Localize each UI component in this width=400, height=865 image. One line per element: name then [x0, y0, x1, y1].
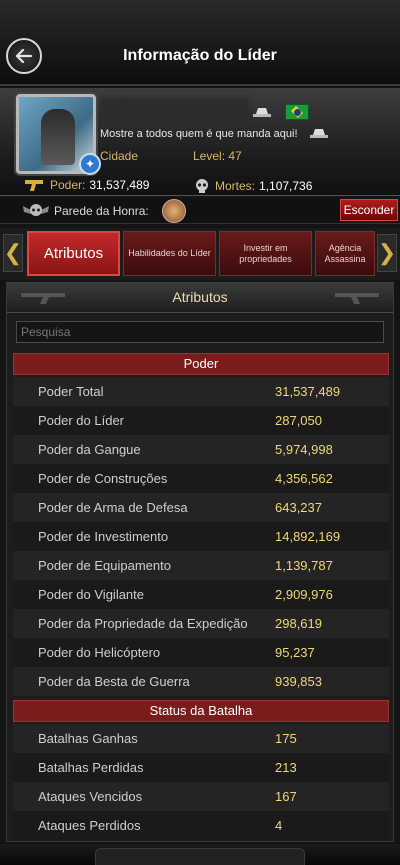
- table-row: Poder da Gangue 5,974,998: [13, 435, 389, 464]
- row-label: Poder da Gangue: [38, 442, 141, 457]
- power-value: 31,537,489: [89, 178, 150, 192]
- panel-title-bar: Atributos: [7, 283, 393, 313]
- table-row: Poder do Líder 287,050: [13, 406, 389, 435]
- table-row: Batalhas Perdidas 213: [13, 753, 389, 782]
- table-row: Poder de Construções 4,356,562: [13, 464, 389, 493]
- skull-icon: [196, 179, 208, 193]
- search-input[interactable]: [16, 321, 384, 343]
- power-label: Poder:: [50, 178, 86, 192]
- fedora-icon: [310, 129, 328, 138]
- gun-icon: [335, 293, 379, 304]
- tab-assassin-agency[interactable]: Agência Assassina: [315, 231, 375, 276]
- tab-attributes[interactable]: Atributos: [27, 231, 120, 276]
- row-label: Poder do Líder: [38, 413, 125, 428]
- row-label: Poder de Equipamento: [38, 558, 171, 573]
- row-value: 167: [275, 789, 297, 804]
- tab-leader-skills[interactable]: Habilidades do Líder: [123, 231, 216, 276]
- deaths-stat: Mortes: 1,107,736: [193, 177, 312, 195]
- gun-icon: [25, 180, 43, 191]
- city-label: Cidade: [100, 149, 139, 163]
- table-row: Poder do Helicóptero 95,237: [13, 638, 389, 667]
- row-label: Poder da Besta de Guerra: [38, 674, 190, 689]
- row-label: Poder Total: [38, 384, 104, 399]
- power-stat: Poder: 31,537,489: [24, 177, 149, 193]
- leader-name-redacted: [100, 98, 250, 120]
- bottom-handle: [95, 848, 305, 865]
- row-label: Poder de Arma de Defesa: [38, 500, 188, 515]
- hall-of-fame-avatar[interactable]: [162, 199, 186, 223]
- table-row: Poder Total 31,537,489: [13, 377, 389, 406]
- table-row: Poder da Propriedade da Expedição 298,61…: [13, 609, 389, 638]
- tabs-next-button[interactable]: ❯: [377, 234, 397, 272]
- skull-wings-icon: [23, 204, 49, 216]
- row-label: Poder da Propriedade da Expedição: [38, 616, 248, 631]
- tab-bar: ❮ Atributos Habilidades do Líder Investi…: [0, 228, 400, 280]
- bottom-bar: [0, 844, 400, 865]
- table-row: Ataques Vencidos 167: [13, 782, 389, 811]
- row-value: 287,050: [275, 413, 322, 428]
- row-value: 4: [275, 818, 283, 833]
- section-header-power: Poder: [13, 353, 389, 375]
- table-row: Poder de Investimento 14,892,169: [13, 522, 389, 551]
- page-title: Informação do Líder: [123, 47, 277, 64]
- row-value: 4,356,562: [275, 471, 333, 486]
- row-value: 5,974,998: [275, 442, 333, 457]
- leader-motto: Mostre a todos quem é que manda aqui!: [100, 128, 298, 140]
- row-label: Poder de Construções: [38, 471, 168, 486]
- header-bar: Informação do Líder: [0, 0, 400, 86]
- row-label: Poder do Vigilante: [38, 587, 145, 602]
- avatar-figure: [41, 109, 75, 165]
- leader-level: Level: 47: [193, 149, 242, 163]
- chevron-left-icon: ❮: [3, 240, 23, 265]
- table-row: Poder de Equipamento 1,139,787: [13, 551, 389, 580]
- row-label: Ataques Perdidos: [38, 818, 141, 833]
- row-label: Poder do Helicóptero: [38, 645, 161, 660]
- hall-of-fame-bar: Parede da Honra: Esconder: [0, 198, 400, 224]
- brazil-flag-icon: [285, 104, 309, 120]
- hall-of-fame-label: Parede da Honra:: [54, 204, 149, 218]
- row-label: Batalhas Ganhas: [38, 731, 138, 746]
- deaths-value: 1,107,736: [259, 179, 313, 193]
- row-value: 643,237: [275, 500, 322, 515]
- leader-profile: ✦ Mostre a todos quem é que manda aqui! …: [0, 88, 400, 196]
- attributes-panel: Atributos Poder Poder Total 31,537,489 P…: [6, 282, 394, 842]
- row-value: 1,139,787: [275, 558, 333, 573]
- row-label: Poder de Investimento: [38, 529, 169, 544]
- section-header-battle-status: Status da Batalha: [13, 700, 389, 722]
- table-row: Poder de Arma de Defesa 643,237: [13, 493, 389, 522]
- row-value: 939,853: [275, 674, 322, 689]
- chevron-right-icon: ❯: [377, 240, 397, 265]
- hide-button[interactable]: Esconder: [340, 199, 398, 221]
- row-label: Batalhas Perdidas: [38, 760, 144, 775]
- row-value: 175: [275, 731, 297, 746]
- rank-badge-icon: ✦: [79, 153, 101, 175]
- deaths-label: Mortes:: [215, 179, 256, 193]
- row-value: 213: [275, 760, 297, 775]
- row-value: 95,237: [275, 645, 315, 660]
- tab-property-investment[interactable]: Investir em propriedades: [219, 231, 312, 276]
- leader-avatar[interactable]: ✦: [16, 94, 101, 175]
- row-label: Ataques Vencidos: [38, 789, 143, 804]
- row-value: 2,909,976: [275, 587, 333, 602]
- row-value: 14,892,169: [275, 529, 341, 544]
- table-row: Poder da Besta de Guerra 939,853: [13, 667, 389, 696]
- table-row: Batalhas Ganhas 175: [13, 724, 389, 753]
- fedora-icon: [253, 108, 271, 117]
- table-row: Poder do Vigilante 2,909,976: [13, 580, 389, 609]
- row-value: 31,537,489: [275, 384, 341, 399]
- table-row: Ataques Perdidos 4: [13, 811, 389, 840]
- row-value: 298,619: [275, 616, 322, 631]
- tabs-prev-button[interactable]: ❮: [3, 234, 23, 272]
